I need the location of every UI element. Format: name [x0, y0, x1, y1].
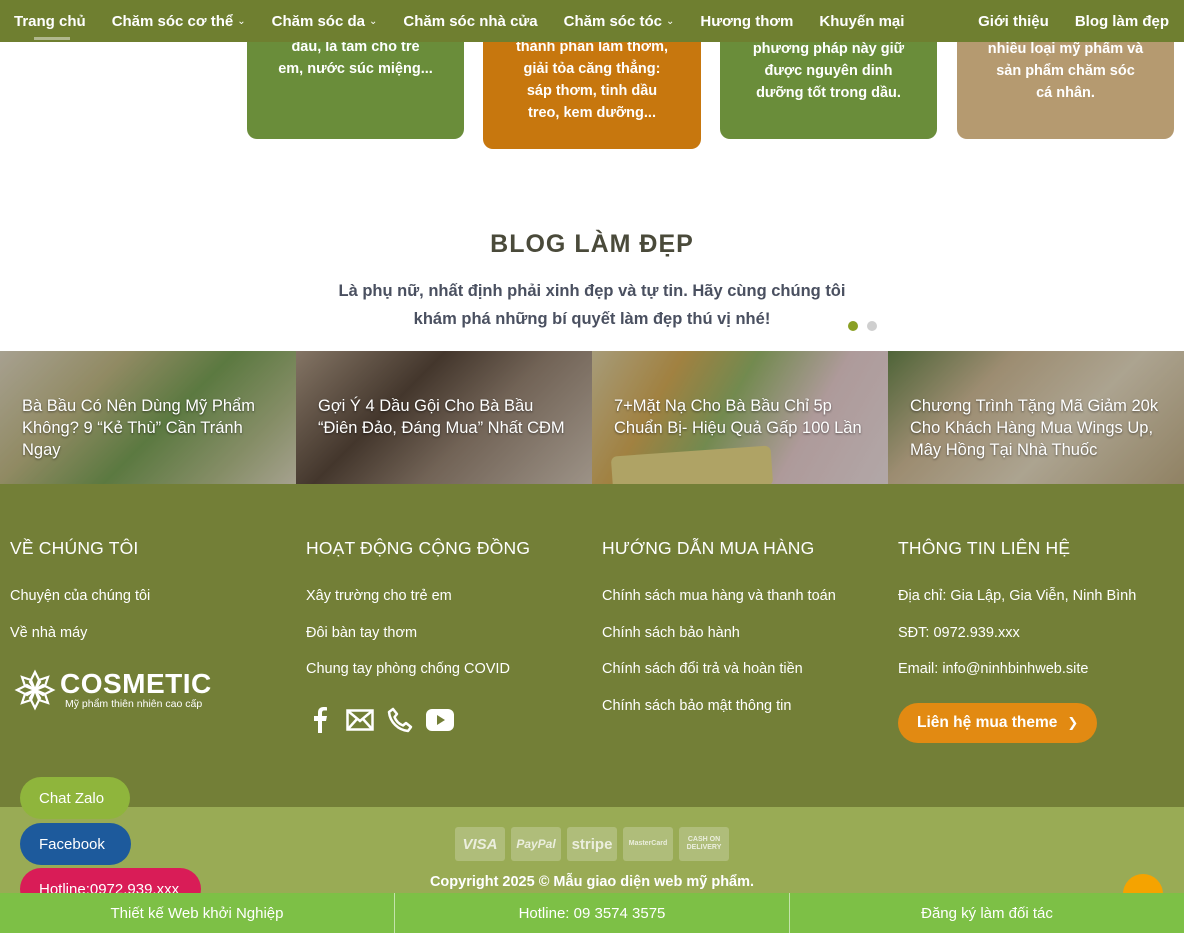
button-label: Thiết kế Web khởi Nghiệp [110, 904, 284, 922]
slider-dots [848, 321, 877, 331]
nav-label: Chăm sóc nhà cửa [403, 12, 538, 30]
nav-item-cham-soc-toc[interactable]: Chăm sóc tóc ⌄ [551, 0, 688, 42]
contact-phone[interactable]: SĐT: 0972.939.xxx [898, 625, 1020, 641]
nav-item-gioi-thieu[interactable]: Giới thiệu [965, 0, 1062, 42]
blog-post-strip: Bà Bầu Có Nên Dùng Mỹ Phẩm Không? 9 “Kẻ … [0, 351, 1184, 484]
chat-zalo-button[interactable]: Chat Zalo [20, 777, 130, 819]
nav-label: Hương thơm [700, 12, 794, 30]
bottom-bar-hotline[interactable]: Hotline: 09 3574 3575 [395, 893, 790, 933]
nav-label: Chăm sóc tóc [563, 12, 662, 30]
facebook-icon[interactable] [306, 706, 334, 734]
facebook-button[interactable]: Facebook [20, 823, 131, 865]
social-links [306, 706, 454, 734]
button-label: Đăng ký làm đối tác [921, 904, 1053, 922]
nav-label: Khuyến mại [819, 12, 905, 30]
nav-item-khuyen-mai[interactable]: Khuyến mại [806, 0, 917, 42]
blog-section-subtitle: Là phụ nữ, nhất định phải xinh đẹp và tự… [322, 277, 862, 333]
blog-post-card[interactable]: Bà Bầu Có Nên Dùng Mỹ Phẩm Không? 9 “Kẻ … [0, 351, 296, 484]
cash-on-delivery-icon: CASH ON DELIVERY [679, 827, 729, 861]
button-label: Liên hệ mua theme [917, 714, 1058, 731]
button-label: Facebook [39, 835, 105, 853]
lotus-logo-icon [14, 669, 56, 711]
button-label: Chat Zalo [39, 789, 105, 807]
nav-label: Blog làm đẹp [1074, 12, 1169, 30]
chevron-down-icon: ⌄ [368, 15, 378, 27]
logo-wordmark: COSMETIC [60, 668, 212, 699]
visa-icon: VISA [455, 827, 505, 861]
nav-label: Giới thiệu [978, 12, 1049, 30]
subtitle-line: khám phá những bí quyết làm đẹp thú vị n… [413, 310, 771, 328]
nav-item-cham-soc-nha-cua[interactable]: Chăm sóc nhà cửa [390, 0, 550, 42]
post-title[interactable]: 7+Mặt Nạ Cho Bà Bầu Chỉ 5p Chuẩn Bị- Hiệ… [614, 395, 870, 439]
footer-heading: HOẠT ĐỘNG CỘNG ĐỒNG [306, 538, 531, 558]
nav-item-trang-chu[interactable]: Trang chủ [0, 0, 99, 42]
chevron-down-icon: ⌄ [237, 15, 246, 27]
bottom-bar-startup-web[interactable]: Thiết kế Web khởi Nghiệp [0, 893, 395, 933]
button-label: Hotline: 09 3574 3575 [518, 904, 666, 922]
nav-item-cham-soc-co-the[interactable]: Chăm sóc cơ thể ⌄ [99, 0, 259, 42]
contact-buy-theme-button[interactable]: Liên hệ mua theme ❯ [898, 703, 1097, 743]
chevron-down-icon: ⌄ [665, 15, 675, 27]
footer-link[interactable]: Xây trường cho trẻ em [306, 588, 452, 604]
slider-dot[interactable] [867, 321, 877, 331]
stripe-icon: stripe [567, 827, 617, 861]
site-footer: VỀ CHÚNG TÔI Chuyện của chúng tôi Về nhà… [0, 484, 1184, 807]
card-text: sáp thơm, tinh dầu [526, 83, 658, 99]
nav-label: Trang chủ [14, 12, 86, 30]
footer-logo[interactable]: COSMETIC Mỹ phẩm thiên nhiên cao cấp [14, 668, 234, 712]
footer-link[interactable]: Đôi bàn tay thơm [306, 625, 417, 641]
card-text: em, nước súc miệng... [278, 61, 433, 77]
nav-item-cham-soc-da[interactable]: Chăm sóc da ⌄ [259, 0, 391, 42]
nav-label: Chăm sóc da [271, 12, 365, 30]
footer-link[interactable]: Chính sách bảo mật thông tin [602, 698, 791, 714]
post-title[interactable]: Gợi Ý 4 Dầu Gội Cho Bà Bầu “Điên Đảo, Đá… [318, 395, 574, 439]
footer-link[interactable]: Chính sách mua hàng và thanh toán [602, 588, 836, 604]
footer-link[interactable]: Về nhà máy [10, 625, 87, 641]
mastercard-icon: MasterCard [623, 827, 673, 861]
contact-email[interactable]: Email: info@ninhbinhweb.site [898, 661, 1088, 677]
nav-label: Chăm sóc cơ thể [111, 12, 234, 30]
footer-heading: HƯỚNG DẪN MUA HÀNG [602, 538, 815, 558]
subtitle-line: Là phụ nữ, nhất định phải xinh đẹp và tự… [338, 282, 846, 300]
logo-tagline: Mỹ phẩm thiên nhiên cao cấp [65, 698, 203, 710]
card-text: dưỡng tốt trong dầu. [756, 85, 901, 101]
phone-icon[interactable] [386, 706, 414, 734]
blog-post-card[interactable]: Gợi Ý 4 Dầu Gội Cho Bà Bầu “Điên Đảo, Đá… [296, 351, 592, 484]
card-text: cá nhân. [1036, 85, 1095, 101]
paypal-icon: PayPal [511, 827, 561, 861]
footer-link[interactable]: Chính sách đổi trả và hoàn tiền [602, 661, 803, 677]
nav-item-blog-lam-dep[interactable]: Blog làm đẹp [1062, 0, 1184, 42]
card-text: giải tỏa căng thẳng: [523, 61, 661, 77]
bottom-bar-partner-signup[interactable]: Đăng ký làm đối tác [790, 893, 1184, 933]
footer-link[interactable]: Chuyện của chúng tôi [10, 588, 150, 604]
payment-methods: VISA PayPal stripe MasterCard CASH ON DE… [455, 827, 729, 861]
footer-heading: THÔNG TIN LIÊN HỆ [898, 538, 1071, 558]
footer-link[interactable]: Chính sách bảo hành [602, 625, 740, 641]
post-title[interactable]: Chương Trình Tặng Mã Giảm 20k Cho Khách … [910, 395, 1166, 461]
blog-post-card[interactable]: Chương Trình Tặng Mã Giảm 20k Cho Khách … [888, 351, 1184, 484]
card-text: sản phẩm chăm sóc [996, 63, 1135, 79]
footer-link[interactable]: Chung tay phòng chống COVID [306, 661, 510, 677]
chevron-right-icon: ❯ [1067, 715, 1079, 730]
youtube-icon[interactable] [426, 706, 454, 734]
footer-heading: VỀ CHÚNG TÔI [10, 538, 139, 558]
card-text: được nguyên dinh [764, 63, 893, 79]
blog-section-title: BLOG LÀM ĐẸP [490, 230, 694, 258]
slider-dot-active[interactable] [848, 321, 858, 331]
contact-address: Địa chỉ: Gia Lập, Gia Viễn, Ninh Bình [898, 588, 1137, 604]
bottom-contact-bar: Thiết kế Web khởi Nghiệp Hotline: 09 357… [0, 893, 1184, 933]
blog-post-card[interactable]: 7+Mặt Nạ Cho Bà Bầu Chỉ 5p Chuẩn Bị- Hiệ… [592, 351, 888, 484]
post-title[interactable]: Bà Bầu Có Nên Dùng Mỹ Phẩm Không? 9 “Kẻ … [22, 395, 278, 461]
top-nav: Trang chủ Chăm sóc cơ thể ⌄ Chăm sóc da ⌄ … [0, 0, 1184, 42]
card-text: treo, kem dưỡng... [528, 105, 656, 121]
mail-icon[interactable] [346, 706, 374, 734]
nav-item-huong-thom[interactable]: Hương thơm [687, 0, 806, 42]
